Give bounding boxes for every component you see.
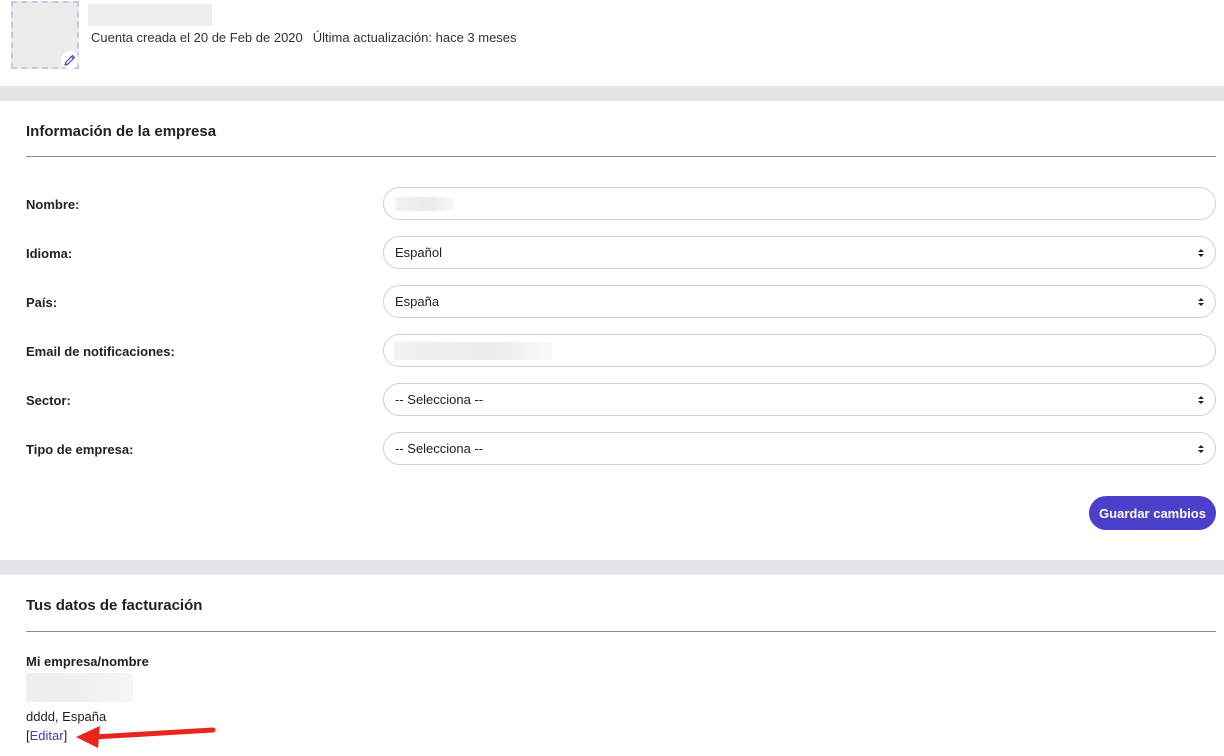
last-updated: Última actualización: hace 3 meses: [312, 30, 517, 45]
select-arrows-icon: [1198, 298, 1204, 306]
billing-name-redacted: [26, 673, 133, 702]
country-label: País:: [26, 295, 58, 310]
section-rule: [26, 631, 1216, 632]
name-input[interactable]: [383, 187, 1216, 220]
billing-section-title: Tus datos de facturación: [26, 597, 203, 614]
account-name-redacted: [88, 4, 212, 26]
select-arrows-icon: [1198, 396, 1204, 404]
edit-billing-link[interactable]: Editar: [30, 728, 64, 743]
language-select[interactable]: Español: [383, 236, 1216, 269]
email-label: Email de notificaciones:: [26, 344, 175, 359]
company-type-label: Tipo de empresa:: [26, 442, 134, 457]
country-selected: España: [395, 294, 440, 309]
name-value-redacted: [396, 197, 454, 211]
language-selected: Español: [395, 245, 442, 260]
country-select[interactable]: España: [383, 285, 1216, 318]
profile-header: Cuenta creada el 20 de Feb de 2020 Última…: [0, 0, 1224, 86]
company-type-select[interactable]: -- Selecciona --: [383, 432, 1216, 465]
select-arrows-icon: [1198, 445, 1204, 453]
email-value-redacted: [394, 342, 552, 360]
name-label: Nombre:: [26, 197, 80, 212]
billing-edit: [Editar]: [26, 728, 67, 743]
bracket-close: ]: [63, 728, 68, 743]
sector-select[interactable]: -- Selecciona --: [383, 383, 1216, 416]
email-field[interactable]: [383, 334, 1216, 367]
company-section-title: Información de la empresa: [26, 123, 217, 140]
account-meta: Cuenta creada el 20 de Feb de 2020 Última…: [91, 30, 517, 45]
pencil-icon[interactable]: [61, 51, 79, 69]
sector-selected: -- Selecciona --: [395, 392, 484, 407]
company-type-selected: -- Selecciona --: [395, 441, 484, 456]
annotation-arrow-icon: [76, 726, 216, 748]
sector-label: Sector:: [26, 393, 71, 408]
section-rule: [26, 156, 1216, 157]
created-date: Cuenta creada el 20 de Feb de 2020: [91, 30, 303, 45]
billing-company-label: Mi empresa/nombre: [26, 654, 149, 669]
section-divider: [0, 560, 1224, 575]
section-divider: [0, 86, 1224, 101]
save-changes-button[interactable]: Guardar cambios: [1089, 496, 1216, 530]
language-label: Idioma:: [26, 246, 73, 261]
select-arrows-icon: [1198, 249, 1204, 257]
